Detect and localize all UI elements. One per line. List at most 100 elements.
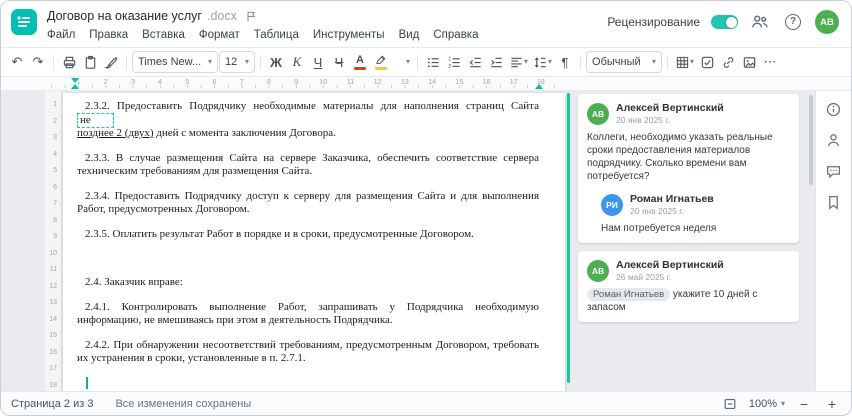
decrease-indent-button[interactable]: [465, 51, 485, 73]
menu-item-file[interactable]: Файл: [47, 29, 75, 41]
insert-checkbox-button[interactable]: [697, 51, 717, 73]
zoom-out-button[interactable]: −: [795, 395, 813, 413]
ruler-tick-label: 16: [482, 79, 491, 86]
paragraph[interactable]: 2.3.5. Оплатить результат Работ в порядк…: [77, 228, 539, 242]
formatting-marks-button[interactable]: ¶: [555, 51, 575, 73]
horizontal-ruler[interactable]: 1 2 3 4 5 6 7 8 9 10 11 12 13 14 15 16 17 18: [1, 77, 851, 91]
left-indent-marker[interactable]: [71, 84, 79, 89]
comment-reply[interactable]: РИ Роман Игнатьев 20 янв 2025 г. Нам потреб…: [601, 193, 790, 235]
first-line-indent-marker[interactable]: [71, 78, 79, 83]
comment-avatar: РИ: [601, 193, 623, 216]
help-icon[interactable]: ?: [782, 11, 804, 33]
insert-table-button[interactable]: ▾: [673, 51, 696, 73]
undo-button[interactable]: ↶: [7, 51, 27, 73]
tracked-insertion: позднее 2 (двух): [77, 127, 154, 139]
bookmarks-icon[interactable]: [823, 191, 845, 213]
ruler-tick-label: 3: [130, 79, 135, 86]
menu-item-tools[interactable]: Инструменты: [313, 29, 385, 41]
paragraph[interactable]: 2.3.2. Предоставить Подрядчику необходим…: [77, 100, 539, 141]
vertical-ruler[interactable]: 1 2 3 4 5 6 7 8 9 10 11 12 13 14 15 16 17 18: [45, 91, 61, 391]
mention-chip[interactable]: Роман Игнатьев: [587, 288, 671, 301]
header-controls: Рецензирование ? АВ: [607, 10, 839, 34]
fit-page-button[interactable]: [721, 395, 739, 413]
numbered-list-button[interactable]: 12: [444, 51, 464, 73]
paragraph[interactable]: 2.3.4. Предоставить Подрядчику доступ к …: [77, 190, 539, 217]
ruler-tick-label: 12: [373, 79, 382, 86]
toggle-knob: [725, 16, 737, 28]
comment-avatar: АВ: [587, 102, 609, 125]
scrollbar-thumb[interactable]: [809, 95, 813, 185]
italic-button[interactable]: К: [287, 51, 307, 73]
line-spacing-button[interactable]: ▾: [531, 51, 554, 73]
collaborators-icon[interactable]: [749, 11, 771, 33]
ruler-tick-label: 15: [455, 79, 464, 86]
paste-button[interactable]: [80, 51, 100, 73]
ruler-tick-label: 2: [53, 117, 57, 125]
redo-button[interactable]: ↷: [28, 51, 48, 73]
page-indicator: Страница 2 из 3: [11, 397, 94, 410]
font-size-select[interactable]: 12 ▾: [219, 51, 255, 73]
paragraph[interactable]: 2.4. Заказчик вправе:: [77, 276, 539, 290]
font-family-select[interactable]: Times New... ▾: [132, 51, 218, 73]
svg-text:1: 1: [448, 56, 451, 62]
comment-thread[interactable]: АВ Алексей Вертинский 20 янв 2025 г. Коллег…: [578, 94, 799, 243]
highlight-button[interactable]: [371, 51, 391, 73]
bold-button[interactable]: Ж: [266, 51, 286, 73]
font-color-swatch: [354, 66, 366, 70]
menu-item-help[interactable]: Справка: [433, 29, 478, 41]
comments-icon[interactable]: [823, 160, 845, 182]
menu-item-table[interactable]: Таблица: [254, 29, 299, 41]
menu-item-format[interactable]: Формат: [199, 29, 240, 41]
paragraph[interactable]: [77, 252, 539, 265]
paragraph-style-select[interactable]: Обычный ▾: [586, 51, 663, 73]
document-page[interactable]: 2.3.2. Предоставить Подрядчику необходим…: [63, 93, 565, 391]
document-area[interactable]: 1 2 3 4 5 6 7 8 9 10 11 12 13 14 15 16 17 18 2.3.2. Предо…: [1, 91, 567, 391]
menu-item-edit[interactable]: Правка: [89, 29, 128, 41]
more-tools-button[interactable]: ⋯: [760, 51, 780, 73]
alignment-button[interactable]: ▾: [507, 51, 530, 73]
app-logo-icon: [17, 16, 30, 27]
text-run: 2.4.2. При обнаружении несоответствий тр…: [77, 338, 539, 365]
ruler-tick-label: 4: [53, 150, 57, 158]
comment[interactable]: АВ Алексей Вертинский 26 май 2025 г. Роман …: [587, 259, 790, 314]
ruler-tick-label: 5: [53, 167, 57, 174]
document-title[interactable]: Договор на оказание услуг: [47, 9, 202, 23]
ruler-tick-label: 10: [49, 249, 57, 257]
highlighter-icon: [375, 55, 385, 65]
format-painter-button[interactable]: [101, 51, 121, 73]
user-avatar[interactable]: АВ: [815, 10, 839, 34]
menu-item-view[interactable]: Вид: [399, 29, 420, 41]
increase-indent-button[interactable]: [486, 51, 506, 73]
paragraph[interactable]: 2.3.3. В случае размещения Сайта на серв…: [77, 152, 539, 179]
font-color-button[interactable]: А: [350, 51, 370, 73]
flag-icon[interactable]: [245, 10, 257, 23]
insert-link-button[interactable]: [718, 51, 738, 73]
info-icon[interactable]: [823, 98, 845, 120]
bullet-list-button[interactable]: [423, 51, 443, 73]
app-logo[interactable]: [11, 9, 37, 35]
ruler-tick-label: 3: [53, 134, 57, 141]
review-label: Рецензирование: [607, 15, 700, 29]
menu-item-insert[interactable]: Вставка: [142, 29, 185, 41]
right-indent-marker[interactable]: [535, 84, 543, 89]
chevron-down-icon: ▾: [652, 57, 657, 66]
print-button[interactable]: [59, 51, 79, 73]
paragraph[interactable]: 2.4.1. Контролировать выполнение Работ, …: [77, 301, 539, 328]
zoom-in-button[interactable]: +: [823, 395, 841, 413]
comment-thread[interactable]: АВ Алексей Вертинский 26 май 2025 г. Роман …: [578, 251, 799, 322]
strikethrough-button[interactable]: Ч: [329, 51, 349, 73]
text-run: 2.4.1. Контролировать выполнение Работ, …: [77, 300, 539, 327]
paragraph[interactable]: 2.4.2. При обнаружении несоответствий тр…: [77, 339, 539, 366]
more-text-formatting-button[interactable]: ▾: [392, 51, 412, 73]
ruler-tick-label: 6: [212, 79, 217, 86]
insert-image-button[interactable]: [739, 51, 759, 73]
toolbar-divider: [580, 54, 582, 70]
underline-button[interactable]: Ч: [308, 51, 328, 73]
comments-scrollbar[interactable]: [807, 91, 815, 391]
ruler-tick-label: 7: [53, 200, 57, 207]
review-toggle[interactable]: [711, 15, 738, 29]
assistant-icon[interactable]: [823, 129, 845, 151]
side-rail: [815, 91, 851, 391]
zoom-select[interactable]: 100% ▾: [749, 398, 785, 410]
comment[interactable]: АВ Алексей Вертинский 20 янв 2025 г. Коллег…: [587, 102, 790, 183]
